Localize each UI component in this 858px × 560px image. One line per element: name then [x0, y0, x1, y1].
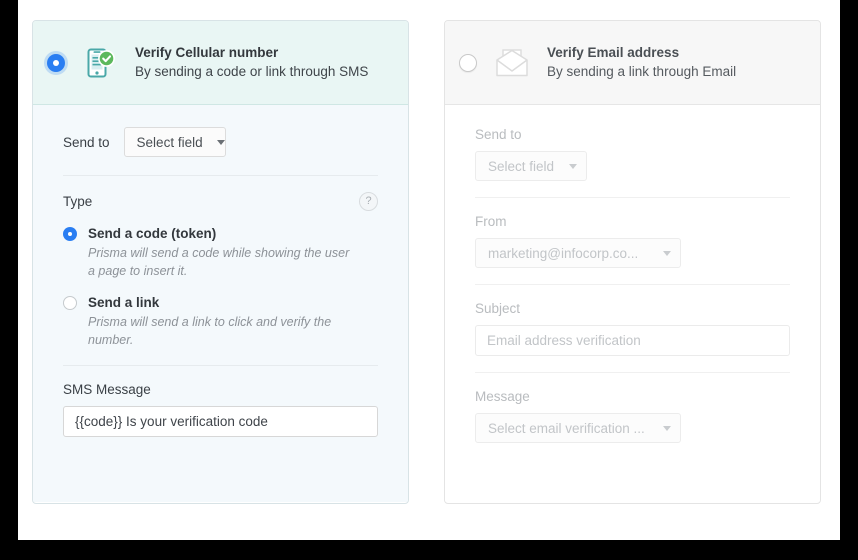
sms-message-value: {{code}} Is your verification code [75, 414, 268, 429]
type-option-send-code-title: Send a code (token) [88, 226, 217, 241]
email-message-select[interactable]: Select email verification ... [475, 413, 681, 443]
verify-cellular-subtitle: By sending a code or link through SMS [135, 64, 369, 79]
email-divider-3 [475, 372, 790, 373]
verify-cellular-title: Verify Cellular number [135, 45, 279, 60]
type-option-send-link-description: Prisma will send a link to click and ver… [88, 315, 332, 347]
email-send-to-label: Send to [475, 127, 522, 142]
verify-email-radio[interactable] [459, 53, 477, 72]
type-option-send-code-description: Prisma will send a code while showing th… [88, 246, 350, 278]
email-from-value: marketing@infocorp.co... [488, 245, 639, 261]
type-option-send-code-body: Send a code (token) Prisma will send a c… [88, 225, 378, 280]
email-message-label: Message [475, 389, 530, 404]
type-option-send-code-radio[interactable] [63, 227, 77, 241]
email-subject-input[interactable]: Email address verification [475, 325, 790, 356]
type-option-send-link-radio[interactable] [63, 296, 77, 310]
cellular-send-to-label: Send to [63, 134, 110, 150]
type-option-send-code[interactable]: Send a code (token) Prisma will send a c… [63, 225, 378, 280]
help-question-icon[interactable]: ? [359, 192, 378, 211]
email-subject-label: Subject [475, 301, 521, 316]
email-subject-group: Subject Email address verification [475, 301, 790, 356]
email-subject-value: Email address verification [487, 333, 641, 348]
cellular-type-label: Type [63, 194, 93, 209]
cellular-send-to-select[interactable]: Select field [123, 127, 226, 157]
open-envelope-icon [493, 44, 531, 82]
email-from-group: From marketing@infocorp.co... [475, 214, 790, 268]
chevron-down-icon [663, 425, 671, 431]
verify-email-header[interactable]: Verify Email address By sending a link t… [445, 21, 820, 105]
chevron-down-icon [569, 163, 577, 169]
cellular-divider-1 [63, 175, 378, 176]
chevron-down-icon [663, 250, 671, 256]
email-send-to-group: Send to Select field [475, 127, 790, 181]
verify-cellular-panel[interactable]: Verify Cellular number By sending a code… [32, 20, 409, 504]
verify-email-body: Send to Select field From marketing@info… [445, 105, 820, 502]
sms-message-label: SMS Message [63, 382, 151, 397]
sms-message-input[interactable]: {{code}} Is your verification code [63, 406, 378, 437]
email-from-select[interactable]: marketing@infocorp.co... [475, 238, 681, 268]
verify-email-panel[interactable]: Verify Email address By sending a link t… [444, 20, 821, 504]
email-send-to-value: Select field [488, 158, 555, 174]
cellular-send-to-value: Select field [136, 134, 203, 150]
cellular-send-to-row: Send to Select field [63, 127, 378, 157]
verify-cellular-radio[interactable] [47, 53, 65, 72]
email-divider-2 [475, 284, 790, 285]
email-message-value: Select email verification ... [488, 420, 645, 436]
type-option-send-link[interactable]: Send a link Prisma will send a link to c… [63, 294, 378, 349]
verify-email-title: Verify Email address [547, 45, 680, 60]
sms-message-group: SMS Message {{code}} Is your verificatio… [63, 382, 378, 437]
email-from-label: From [475, 214, 507, 229]
page-canvas: Verify Cellular number By sending a code… [18, 0, 840, 540]
verify-cellular-body: Send to Select field Type ? Send a code … [33, 105, 408, 502]
cellular-type-header: Type ? [63, 192, 378, 211]
verify-cellular-header-text: Verify Cellular number By sending a code… [135, 43, 394, 82]
verify-cellular-header[interactable]: Verify Cellular number By sending a code… [33, 21, 408, 105]
email-message-group: Message Select email verification ... [475, 389, 790, 443]
type-option-send-link-title: Send a link [88, 295, 160, 310]
verify-email-subtitle: By sending a link through Email [547, 64, 737, 79]
mobile-phone-check-icon [81, 44, 119, 82]
type-option-send-link-body: Send a link Prisma will send a link to c… [88, 294, 378, 349]
verify-email-header-text: Verify Email address By sending a link t… [547, 43, 806, 82]
email-send-to-select[interactable]: Select field [475, 151, 587, 181]
verification-method-panels: Verify Cellular number By sending a code… [18, 0, 840, 540]
cellular-divider-2 [63, 365, 378, 366]
email-divider-1 [475, 197, 790, 198]
chevron-down-icon [216, 139, 225, 145]
